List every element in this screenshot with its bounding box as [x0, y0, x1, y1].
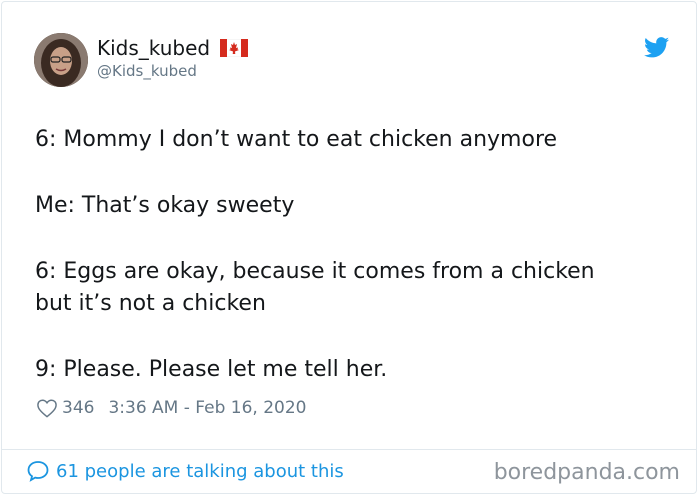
timestamp[interactable]: 3:36 AM - Feb 16, 2020	[108, 398, 306, 418]
like-count[interactable]: 346	[62, 398, 94, 418]
avatar[interactable]	[34, 33, 88, 87]
twitter-bird-icon[interactable]	[644, 37, 669, 58]
tweet-line: Me: That’s okay sweety	[35, 193, 295, 218]
speech-bubble-icon	[27, 461, 49, 482]
divider	[2, 449, 696, 450]
heart-icon[interactable]	[36, 398, 58, 418]
tweet-line: 6: Eggs are okay, because it comes from …	[35, 259, 595, 284]
tweet-meta: 346 3:36 AM - Feb 16, 2020	[36, 398, 306, 418]
tweet-text: 6: Mommy I don’t want to eat chicken any…	[35, 124, 675, 386]
tweet-line: 9: Please. Please let me tell her.	[35, 357, 388, 382]
tweet-line: 6: Mommy I don’t want to eat chicken any…	[35, 127, 558, 152]
display-name[interactable]: Kids_kubed	[97, 36, 210, 60]
canada-flag-icon	[220, 39, 249, 57]
talking-link[interactable]: 61 people are talking about this	[26, 460, 344, 482]
name-row: Kids_kubed	[97, 36, 249, 60]
tweet-card: Kids_kubed @Kids_kubed 6: Mommy I don’t …	[1, 1, 697, 494]
tweet-line: but it’s not a chicken	[35, 291, 266, 316]
handle[interactable]: @Kids_kubed	[97, 62, 197, 80]
watermark: boredpanda.com	[493, 460, 680, 485]
talking-label[interactable]: 61 people are talking about this	[56, 461, 344, 482]
